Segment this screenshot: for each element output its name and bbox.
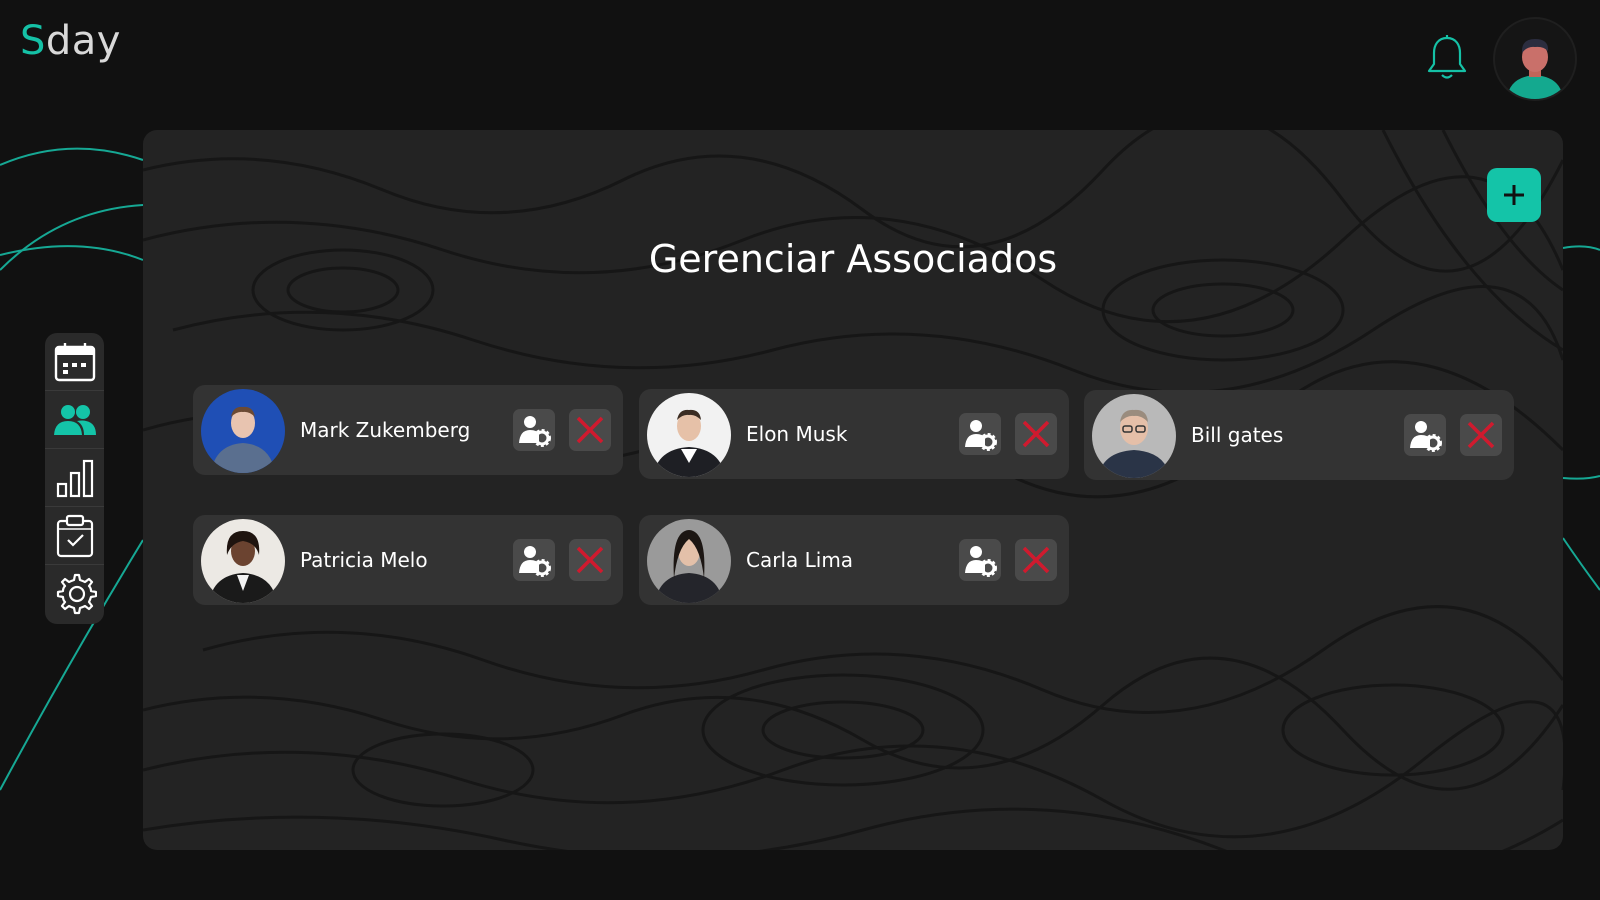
sidebar-item-calendar[interactable] (45, 333, 104, 391)
plus-icon (1504, 185, 1524, 205)
app-logo[interactable]: Sday (20, 16, 121, 66)
associate-name: Carla Lima (746, 548, 854, 572)
bell-icon[interactable] (1426, 34, 1468, 82)
sidebar-item-associates[interactable] (45, 391, 104, 449)
clipboard-check-icon (56, 514, 93, 557)
user-settings-icon (1410, 421, 1442, 452)
close-icon (576, 546, 604, 574)
logo-text: day (45, 18, 121, 64)
app-screen: Sday Gerenciar Associados Mark Zukemberg… (0, 0, 1600, 900)
user-settings-icon (519, 416, 551, 447)
associate-name: Bill gates (1191, 423, 1284, 447)
manage-associate-button[interactable] (959, 539, 1001, 581)
associate-name: Elon Musk (746, 422, 848, 446)
user-settings-icon (965, 546, 997, 577)
associate-card: Carla Lima (639, 515, 1069, 605)
user-settings-icon (965, 420, 997, 451)
associate-card: Bill gates (1084, 390, 1514, 480)
remove-associate-button[interactable] (569, 539, 611, 581)
associate-photo (647, 393, 731, 477)
manage-associate-button[interactable] (513, 409, 555, 451)
remove-associate-button[interactable] (1460, 414, 1502, 456)
close-icon (1022, 420, 1050, 448)
remove-associate-button[interactable] (569, 409, 611, 451)
associate-card: Patricia Melo (193, 515, 623, 605)
close-icon (1467, 421, 1495, 449)
associate-photo (1092, 394, 1176, 478)
associate-photo (201, 519, 285, 603)
close-icon (576, 416, 604, 444)
close-icon (1022, 546, 1050, 574)
avatar-illustration (1507, 39, 1563, 99)
associate-name: Mark Zukemberg (300, 418, 471, 442)
associate-card: Elon Musk (639, 389, 1069, 479)
manage-associate-button[interactable] (959, 413, 1001, 455)
associate-name: Patricia Melo (300, 548, 428, 572)
users-icon (53, 404, 96, 435)
sidebar-item-tasks[interactable] (45, 507, 104, 565)
gear-icon (56, 573, 97, 615)
user-settings-icon (519, 546, 551, 577)
manage-associate-button[interactable] (513, 539, 555, 581)
bar-chart-icon (56, 459, 93, 497)
main-panel: Gerenciar Associados Mark Zukemberg Elon… (143, 130, 1563, 850)
associate-photo (201, 389, 285, 473)
user-avatar[interactable] (1493, 17, 1577, 101)
associate-photo (647, 519, 731, 603)
logo-letter-s: S (20, 18, 46, 64)
associate-card: Mark Zukemberg (193, 385, 623, 475)
sidebar (45, 333, 104, 624)
add-associate-button[interactable] (1487, 168, 1541, 222)
manage-associate-button[interactable] (1404, 414, 1446, 456)
calendar-icon (54, 342, 95, 381)
page-title: Gerenciar Associados (648, 237, 1058, 281)
sidebar-item-settings[interactable] (45, 565, 104, 623)
remove-associate-button[interactable] (1015, 539, 1057, 581)
sidebar-item-reports[interactable] (45, 449, 104, 507)
remove-associate-button[interactable] (1015, 413, 1057, 455)
